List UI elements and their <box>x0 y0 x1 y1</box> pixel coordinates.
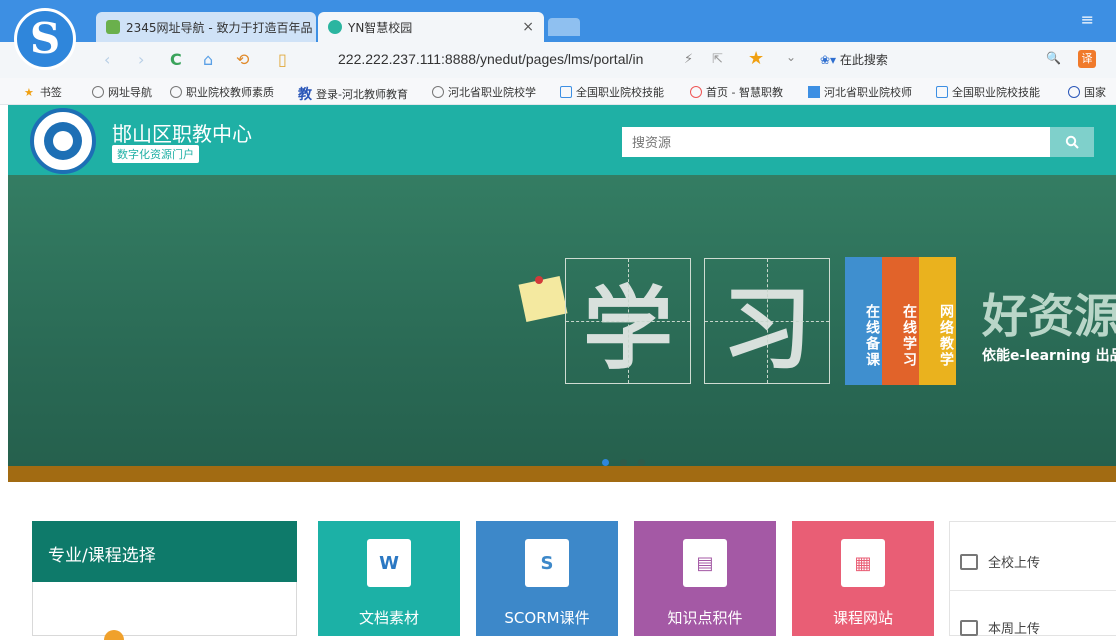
bookmark-label: 全国职业院校技能 <box>952 86 1040 99</box>
slides-icon: ▤ <box>683 539 727 587</box>
carousel-dot[interactable] <box>620 459 627 466</box>
graduation-icon <box>936 86 948 98</box>
home-icon[interactable]: ⌂ <box>203 50 213 69</box>
banner-tag-online-study: 在线学习 <box>882 257 919 385</box>
tab-label: 2345网址导航 - 致力于打造百年品 <box>126 20 313 35</box>
banner-subline: 依能e-learning 出品 <box>982 348 1116 364</box>
menu-icon[interactable]: ≡ <box>1081 10 1094 29</box>
cap-icon <box>1068 86 1080 98</box>
globe-icon <box>92 86 104 98</box>
search-engine-label: 在此搜索 <box>839 53 888 67</box>
url-text[interactable]: 222.222.237.111:8888/ynedut/pages/lms/po… <box>338 51 643 67</box>
chalkboard-ledge <box>8 466 1116 482</box>
upload-label: 全校上传 <box>988 556 1041 571</box>
globe-icon <box>432 86 444 98</box>
new-tab-button[interactable] <box>548 18 580 36</box>
bookmark-label: 登录-河北教师教育 <box>316 88 408 101</box>
resource-search-input[interactable] <box>622 127 1050 157</box>
share-icon[interactable]: ⇱ <box>712 52 723 67</box>
forward-icon[interactable]: › <box>138 50 144 69</box>
star-icon: ★ <box>24 85 34 99</box>
search-button[interactable] <box>1050 127 1094 157</box>
tile-label: SCORM课件 <box>504 609 590 627</box>
browser-logo-letter: S <box>29 14 61 63</box>
cloud-icon <box>328 20 342 34</box>
carousel-dot-active[interactable] <box>602 459 609 466</box>
major-course-header[interactable]: 专业/课程选择 <box>32 521 297 582</box>
bookmark-label: 全国职业院校技能 <box>576 86 664 99</box>
close-icon[interactable]: × <box>522 19 534 35</box>
back-icon[interactable]: ‹ <box>104 50 110 69</box>
windows-icon <box>808 86 820 98</box>
reader-icon[interactable]: ▯ <box>278 50 287 69</box>
bookmark-item[interactable]: 全国职业院校技能 <box>560 84 664 100</box>
scorm-icon: S <box>525 539 569 587</box>
house-icon <box>106 20 120 34</box>
search-engine-box[interactable]: ❀▾ 在此搜索 <box>820 51 888 68</box>
tab-yn-campus[interactable]: YN智慧校园 × <box>318 12 544 42</box>
bookmark-item[interactable]: 首页 - 智慧职教 <box>690 84 783 100</box>
globe-icon <box>170 86 182 98</box>
bookmark-label: 河北省职业院校师 <box>824 86 912 99</box>
banner-char-xue: 学 <box>565 258 691 384</box>
bookmark-item[interactable]: 河北省职业院校学 <box>432 84 536 100</box>
graduation-icon <box>560 86 572 98</box>
upload-label: 本周上传 <box>988 622 1041 637</box>
flower-icon <box>690 86 702 98</box>
refresh-icon[interactable]: C <box>170 50 182 69</box>
divider <box>949 590 1116 591</box>
building-icon <box>960 553 978 570</box>
translate-button[interactable]: 译 <box>1078 50 1096 68</box>
bookmark-label: 河北省职业院校学 <box>448 86 536 99</box>
tab-2345[interactable]: 2345网址导航 - 致力于打造百年品 <box>96 12 316 42</box>
bookmark-item[interactable]: 全国职业院校技能 <box>936 84 1040 100</box>
bookmark-label: 书签 <box>39 86 62 99</box>
weekly-uploads-item[interactable]: 本周上传 <box>960 618 1040 637</box>
bookmark-label: 国家 <box>1084 86 1106 99</box>
chevron-down-icon[interactable]: ⌄ <box>786 50 796 64</box>
tile-scorm[interactable]: S SCORM课件 <box>476 521 618 636</box>
bookmark-label: 网址导航 <box>108 86 152 99</box>
school-logo[interactable] <box>30 108 96 174</box>
paw-icon: ❀▾ <box>820 53 840 67</box>
star-icon[interactable]: ★ <box>748 48 764 69</box>
bookmark-item[interactable]: 网址导航 <box>92 84 152 100</box>
tile-label: 知识点积件 <box>667 609 743 627</box>
site-title[interactable]: 邯山区职教中心 <box>112 118 252 147</box>
browser-logo[interactable]: S <box>14 8 76 70</box>
banner-tag-online-prep: 在线备课 <box>845 257 882 385</box>
banner-tag-network-teaching: 网络教学 <box>919 257 956 385</box>
tile-documents[interactable]: W 文档素材 <box>318 521 460 636</box>
jiao-icon: 教 <box>298 87 312 103</box>
bookmark-item[interactable]: 教登录-河北教师教育 <box>298 84 408 104</box>
bookmark-item[interactable]: 职业院校教师素质 <box>170 84 274 100</box>
tab-label: YN智慧校园 <box>348 20 413 35</box>
tile-label: 文档素材 <box>358 609 419 627</box>
bookmark-item[interactable]: ★ 书签 <box>24 84 62 100</box>
webpage-icon: ▦ <box>841 539 885 587</box>
undo-icon[interactable]: ⟲ <box>236 50 249 69</box>
carousel-dot[interactable] <box>638 459 645 466</box>
bookmark-item[interactable]: 河北省职业院校师 <box>808 84 912 100</box>
calendar-icon <box>960 619 978 636</box>
bookmark-label: 首页 - 智慧职教 <box>706 86 783 99</box>
pin-icon <box>535 276 543 284</box>
search-icon <box>1065 135 1079 149</box>
bolt-icon[interactable]: ⚡ <box>684 52 693 67</box>
banner-char-xi: 习 <box>704 258 830 384</box>
banner-headline: 好资源 <box>982 289 1116 343</box>
tile-label: 课程网站 <box>832 609 893 627</box>
search-icon[interactable]: 🔍 <box>1046 51 1061 65</box>
site-subtitle: 数字化资源门户 <box>112 145 199 163</box>
tile-course-website[interactable]: ▦ 课程网站 <box>792 521 934 636</box>
tile-knowledge-points[interactable]: ▤ 知识点积件 <box>634 521 776 636</box>
bookmark-label: 职业院校教师素质 <box>186 86 274 99</box>
bookmark-item[interactable]: 国家 <box>1068 84 1106 100</box>
school-uploads-item[interactable]: 全校上传 <box>960 552 1040 571</box>
word-doc-icon: W <box>367 539 411 587</box>
